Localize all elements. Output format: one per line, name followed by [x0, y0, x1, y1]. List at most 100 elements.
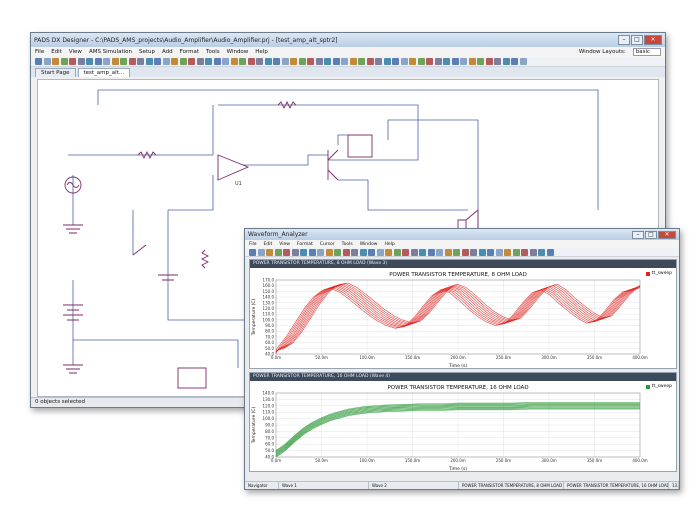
- designer-tool-button-21[interactable]: [213, 58, 221, 65]
- designer-tool-button-7[interactable]: [94, 58, 102, 65]
- waveform-tool-button-35[interactable]: [546, 248, 554, 256]
- menu-window[interactable]: Window: [227, 49, 249, 55]
- designer-tool-button-20[interactable]: [205, 58, 212, 65]
- designer-tool-button-29[interactable]: [281, 58, 289, 65]
- designer-tool-button-47[interactable]: [434, 58, 442, 65]
- designer-tool-button-48[interactable]: [443, 58, 450, 65]
- designer-tool-button-50[interactable]: [460, 58, 467, 65]
- waveform-tool-button-11[interactable]: [342, 248, 350, 256]
- designer-tool-button-42[interactable]: [392, 58, 399, 65]
- menu-format[interactable]: Format: [180, 49, 199, 55]
- designer-tool-button-17[interactable]: [179, 58, 187, 65]
- designer-tool-button-2[interactable]: [52, 58, 59, 65]
- designer-tool-button-9[interactable]: [111, 58, 119, 65]
- wf-menu-tools[interactable]: Tools: [342, 242, 353, 247]
- designer-tool-button-12[interactable]: [137, 58, 144, 65]
- designer-tool-button-53[interactable]: [485, 58, 493, 65]
- minimize-button[interactable]: –: [618, 35, 630, 45]
- waveform-tool-button-21[interactable]: [427, 248, 435, 256]
- waveform-tool-button-9[interactable]: [325, 248, 333, 256]
- tab-start-page[interactable]: Start Page: [35, 68, 76, 77]
- designer-tool-button-1[interactable]: [43, 58, 51, 65]
- designer-tool-button-19[interactable]: [196, 58, 204, 65]
- waveform-tool-button-14[interactable]: [368, 248, 375, 256]
- wf-menu-cursor[interactable]: Cursor: [320, 242, 335, 247]
- designer-tool-button-26[interactable]: [256, 58, 263, 65]
- menu-file[interactable]: File: [35, 49, 44, 55]
- designer-tool-button-36[interactable]: [341, 58, 348, 65]
- designer-tool-button-32[interactable]: [307, 58, 314, 65]
- wf-maximize-button[interactable]: □: [645, 230, 657, 239]
- designer-tool-button-24[interactable]: [239, 58, 246, 65]
- menu-view[interactable]: View: [69, 49, 82, 55]
- waveform-tool-button-5[interactable]: [291, 248, 299, 256]
- close-button[interactable]: ✕: [644, 35, 662, 45]
- waveform-tool-button-12[interactable]: [351, 248, 358, 256]
- waveform-tool-button-30[interactable]: [504, 248, 511, 256]
- waveform-tool-button-1[interactable]: [257, 248, 265, 256]
- waveform-tool-button-24[interactable]: [453, 248, 460, 256]
- wf-menu-file[interactable]: File: [249, 242, 257, 247]
- waveform-tool-button-0[interactable]: [249, 248, 256, 256]
- window-layouts-select[interactable]: basic: [632, 48, 661, 56]
- designer-tool-button-54[interactable]: [494, 58, 501, 65]
- designer-tool-button-11[interactable]: [128, 58, 136, 65]
- waveform-tool-button-26[interactable]: [470, 248, 477, 256]
- waveform-tool-button-7[interactable]: [308, 248, 316, 256]
- menu-help[interactable]: Help: [255, 49, 268, 55]
- wf-menu-help[interactable]: Help: [384, 242, 394, 247]
- designer-tool-button-23[interactable]: [230, 58, 238, 65]
- waveform-tool-button-13[interactable]: [359, 248, 367, 256]
- designer-tool-button-28[interactable]: [273, 58, 280, 65]
- waveform-tool-button-34[interactable]: [538, 248, 545, 256]
- btab-wave3[interactable]: POWER TRANSISTOR TEMPERATURE, 8 OHM LOAD…: [459, 482, 564, 489]
- designer-tool-button-8[interactable]: [103, 58, 110, 65]
- plot-16ohm[interactable]: POWER TRANSISTOR TEMPERATURE, 16 OHM LOA…: [249, 372, 677, 472]
- waveform-tool-button-27[interactable]: [478, 248, 486, 256]
- designer-tool-button-10[interactable]: [120, 58, 127, 65]
- waveform-tool-button-10[interactable]: [334, 248, 341, 256]
- designer-tool-button-52[interactable]: [477, 58, 484, 65]
- designer-tool-button-37[interactable]: [349, 58, 357, 65]
- designer-tool-button-16[interactable]: [171, 58, 178, 65]
- plot-8ohm[interactable]: POWER TRANSISTOR TEMPERATURE, 8 OHM LOAD…: [249, 259, 677, 369]
- designer-tool-button-25[interactable]: [247, 58, 255, 65]
- wf-menu-edit[interactable]: Edit: [264, 242, 273, 247]
- designer-tool-button-33[interactable]: [315, 58, 323, 65]
- waveform-tool-button-31[interactable]: [512, 248, 520, 256]
- designer-tool-button-57[interactable]: [519, 58, 527, 65]
- waveform-tool-button-2[interactable]: [266, 248, 273, 256]
- wf-close-button[interactable]: ✕: [658, 230, 676, 239]
- designer-tool-button-15[interactable]: [162, 58, 170, 65]
- waveform-tool-button-20[interactable]: [419, 248, 426, 256]
- waveform-tool-button-6[interactable]: [300, 248, 307, 256]
- designer-tool-button-0[interactable]: [35, 58, 42, 65]
- waveform-tool-button-33[interactable]: [529, 248, 537, 256]
- waveform-tool-button-16[interactable]: [385, 248, 392, 256]
- designer-tool-button-14[interactable]: [154, 58, 161, 65]
- designer-tool-button-51[interactable]: [468, 58, 476, 65]
- designer-tool-button-13[interactable]: [145, 58, 153, 65]
- wf-menu-view[interactable]: View: [279, 242, 290, 247]
- designer-tool-button-44[interactable]: [409, 58, 416, 65]
- designer-tool-button-38[interactable]: [358, 58, 365, 65]
- designer-tool-button-5[interactable]: [77, 58, 85, 65]
- menu-tools[interactable]: Tools: [206, 49, 220, 55]
- designer-tool-button-45[interactable]: [417, 58, 425, 65]
- waveform-tool-button-4[interactable]: [283, 248, 290, 256]
- waveform-tool-button-29[interactable]: [495, 248, 503, 256]
- waveform-tool-button-19[interactable]: [410, 248, 418, 256]
- waveform-tool-button-22[interactable]: [436, 248, 443, 256]
- waveform-tool-button-18[interactable]: [402, 248, 409, 256]
- designer-tool-button-31[interactable]: [298, 58, 306, 65]
- waveform-tool-button-15[interactable]: [376, 248, 384, 256]
- designer-tool-button-4[interactable]: [69, 58, 76, 65]
- btab-wave2[interactable]: Wave 2: [369, 482, 459, 489]
- wf-minimize-button[interactable]: –: [632, 230, 644, 239]
- designer-tool-button-41[interactable]: [383, 58, 391, 65]
- designer-tool-button-49[interactable]: [451, 58, 459, 65]
- maximize-button[interactable]: □: [631, 35, 643, 45]
- designer-tool-button-55[interactable]: [502, 58, 510, 65]
- waveform-tool-button-28[interactable]: [487, 248, 494, 256]
- designer-tool-button-30[interactable]: [290, 58, 297, 65]
